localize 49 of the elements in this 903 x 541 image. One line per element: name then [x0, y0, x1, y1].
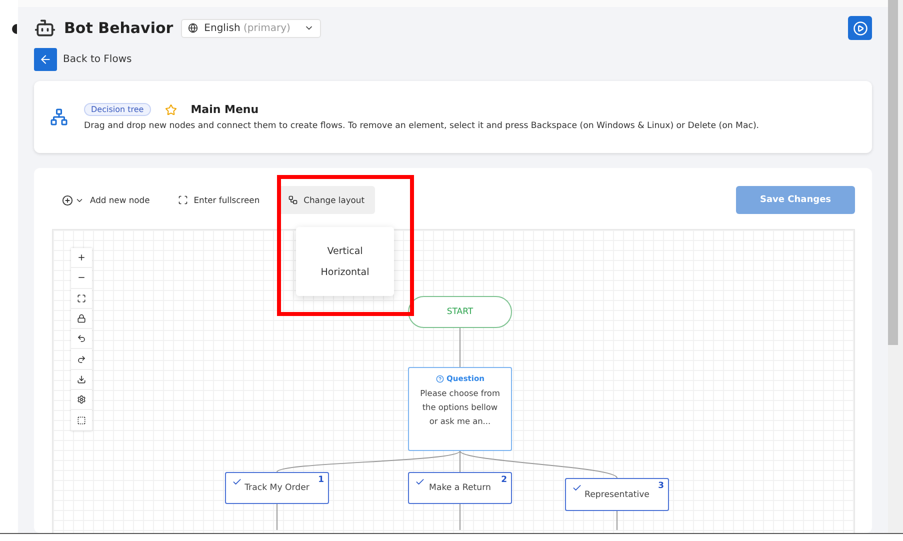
check-icon [415, 477, 425, 487]
node-label: Make a Return [429, 483, 491, 493]
fit-view-icon [77, 294, 86, 303]
option-number: 2 [501, 475, 507, 485]
expand-icon [178, 195, 188, 205]
frame-icon [77, 416, 86, 425]
help-icon [436, 374, 444, 382]
node-label: Track My Order [244, 483, 310, 493]
star-icon[interactable] [164, 104, 177, 116]
check-icon [572, 483, 582, 493]
flow-title: Main Menu [190, 103, 259, 116]
option-number: 1 [318, 475, 324, 485]
arrow-left-icon [39, 53, 52, 66]
check-icon [232, 477, 242, 487]
canvas-control[interactable] [71, 390, 92, 410]
type-badge: Decision tree [84, 103, 151, 116]
menu-item[interactable]: Vertical [296, 244, 394, 258]
canvas-control[interactable] [71, 370, 92, 390]
node-label: Representative [584, 490, 650, 500]
back-button[interactable] [34, 48, 57, 71]
toolbar-button[interactable]: Add new node [52, 186, 160, 214]
node-text: Please choose from the options bellow or ask me an... [419, 387, 501, 428]
scrollbar-thumb[interactable] [888, 0, 898, 345]
page-title: Bot Behavior [64, 19, 174, 37]
zoom-in-icon [77, 253, 86, 262]
download-icon [77, 374, 86, 384]
lock-icon [77, 314, 86, 324]
play-icon [852, 20, 868, 36]
menu-item[interactable]: Horizontal [296, 266, 394, 278]
option-node[interactable]: Track My Order 1 [225, 472, 329, 504]
redo-icon [77, 354, 86, 364]
undo-icon [77, 334, 86, 344]
tree-icon [50, 108, 68, 126]
globe-icon [188, 23, 198, 33]
canvas-control[interactable] [71, 248, 92, 268]
robot-icon [34, 17, 56, 39]
toolbar-button[interactable]: Enter fullscreen [168, 186, 270, 214]
back-link[interactable]: Back to Flows [63, 54, 132, 65]
option-node[interactable]: Representative 3 [565, 478, 669, 511]
flow-description: Drag and drop new nodes and connect them to create flows. To remove an element, select it and press Backspace (on Windows & Linux) or Delete (on Mac). [84, 121, 760, 131]
language-select[interactable]: English (primary) [181, 18, 322, 38]
option-number: 3 [658, 481, 664, 491]
preview-button[interactable] [848, 16, 872, 40]
canvas-control[interactable] [71, 349, 92, 370]
canvas-control[interactable] [71, 329, 92, 350]
settings-icon [77, 395, 86, 404]
option-node[interactable]: Make a Return 2 [408, 472, 512, 504]
add-icon [62, 194, 73, 206]
canvas-control[interactable] [71, 308, 92, 330]
